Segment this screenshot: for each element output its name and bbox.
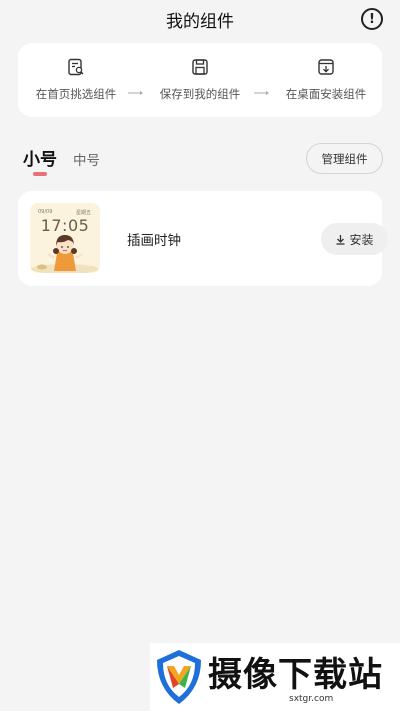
- step-save: 保存到我的组件: [140, 57, 260, 102]
- thumbnail-weekday: 星期五: [75, 210, 91, 216]
- search-document-icon: [68, 58, 84, 76]
- watermark-url: sxtgr.com: [289, 694, 334, 704]
- size-tabs: 小号 中号 管理组件: [0, 143, 400, 179]
- widget-list-item[interactable]: 09/09 星期五 17:05 插画时钟 安装: [18, 191, 388, 286]
- shield-logo-icon: [157, 650, 201, 704]
- download-icon: [336, 234, 345, 245]
- thumbnail-date: 09/09: [38, 209, 53, 215]
- install-button[interactable]: 安装: [321, 223, 388, 255]
- manage-widgets-button[interactable]: 管理组件: [306, 143, 383, 174]
- tab-medium-label: 中号: [73, 153, 100, 169]
- step-install: 在桌面安装组件: [266, 57, 386, 102]
- watermark: 摄像下载站 sxtgr.com: [150, 643, 400, 711]
- widget-thumbnail: 09/09 星期五 17:05: [30, 203, 100, 273]
- page-title: 我的组件: [166, 11, 234, 32]
- tab-active-indicator: [33, 172, 47, 176]
- step-pick: 在首页挑选组件: [16, 57, 136, 102]
- widget-name: 插画时钟: [127, 233, 181, 249]
- save-floppy-icon: [192, 59, 208, 75]
- watermark-text: 摄像下载站: [208, 655, 383, 695]
- app-header: 我的组件 !: [0, 0, 400, 38]
- tab-small[interactable]: 小号: [23, 145, 57, 176]
- step-label-save: 保存到我的组件: [159, 87, 241, 101]
- tab-small-label: 小号: [23, 150, 57, 170]
- tab-medium[interactable]: 中号: [73, 149, 100, 169]
- thumbnail-time: 17:05: [40, 216, 90, 235]
- step-label-pick: 在首页挑选组件: [35, 87, 117, 101]
- steps-card: 在首页挑选组件 保存到我的组件 在桌面安装组件: [18, 43, 382, 117]
- exclamation-circle-icon: !: [369, 11, 375, 27]
- step-label-install: 在桌面安装组件: [285, 87, 367, 101]
- download-box-icon: [318, 59, 334, 75]
- install-label: 安装: [349, 232, 374, 247]
- info-button[interactable]: !: [361, 8, 383, 30]
